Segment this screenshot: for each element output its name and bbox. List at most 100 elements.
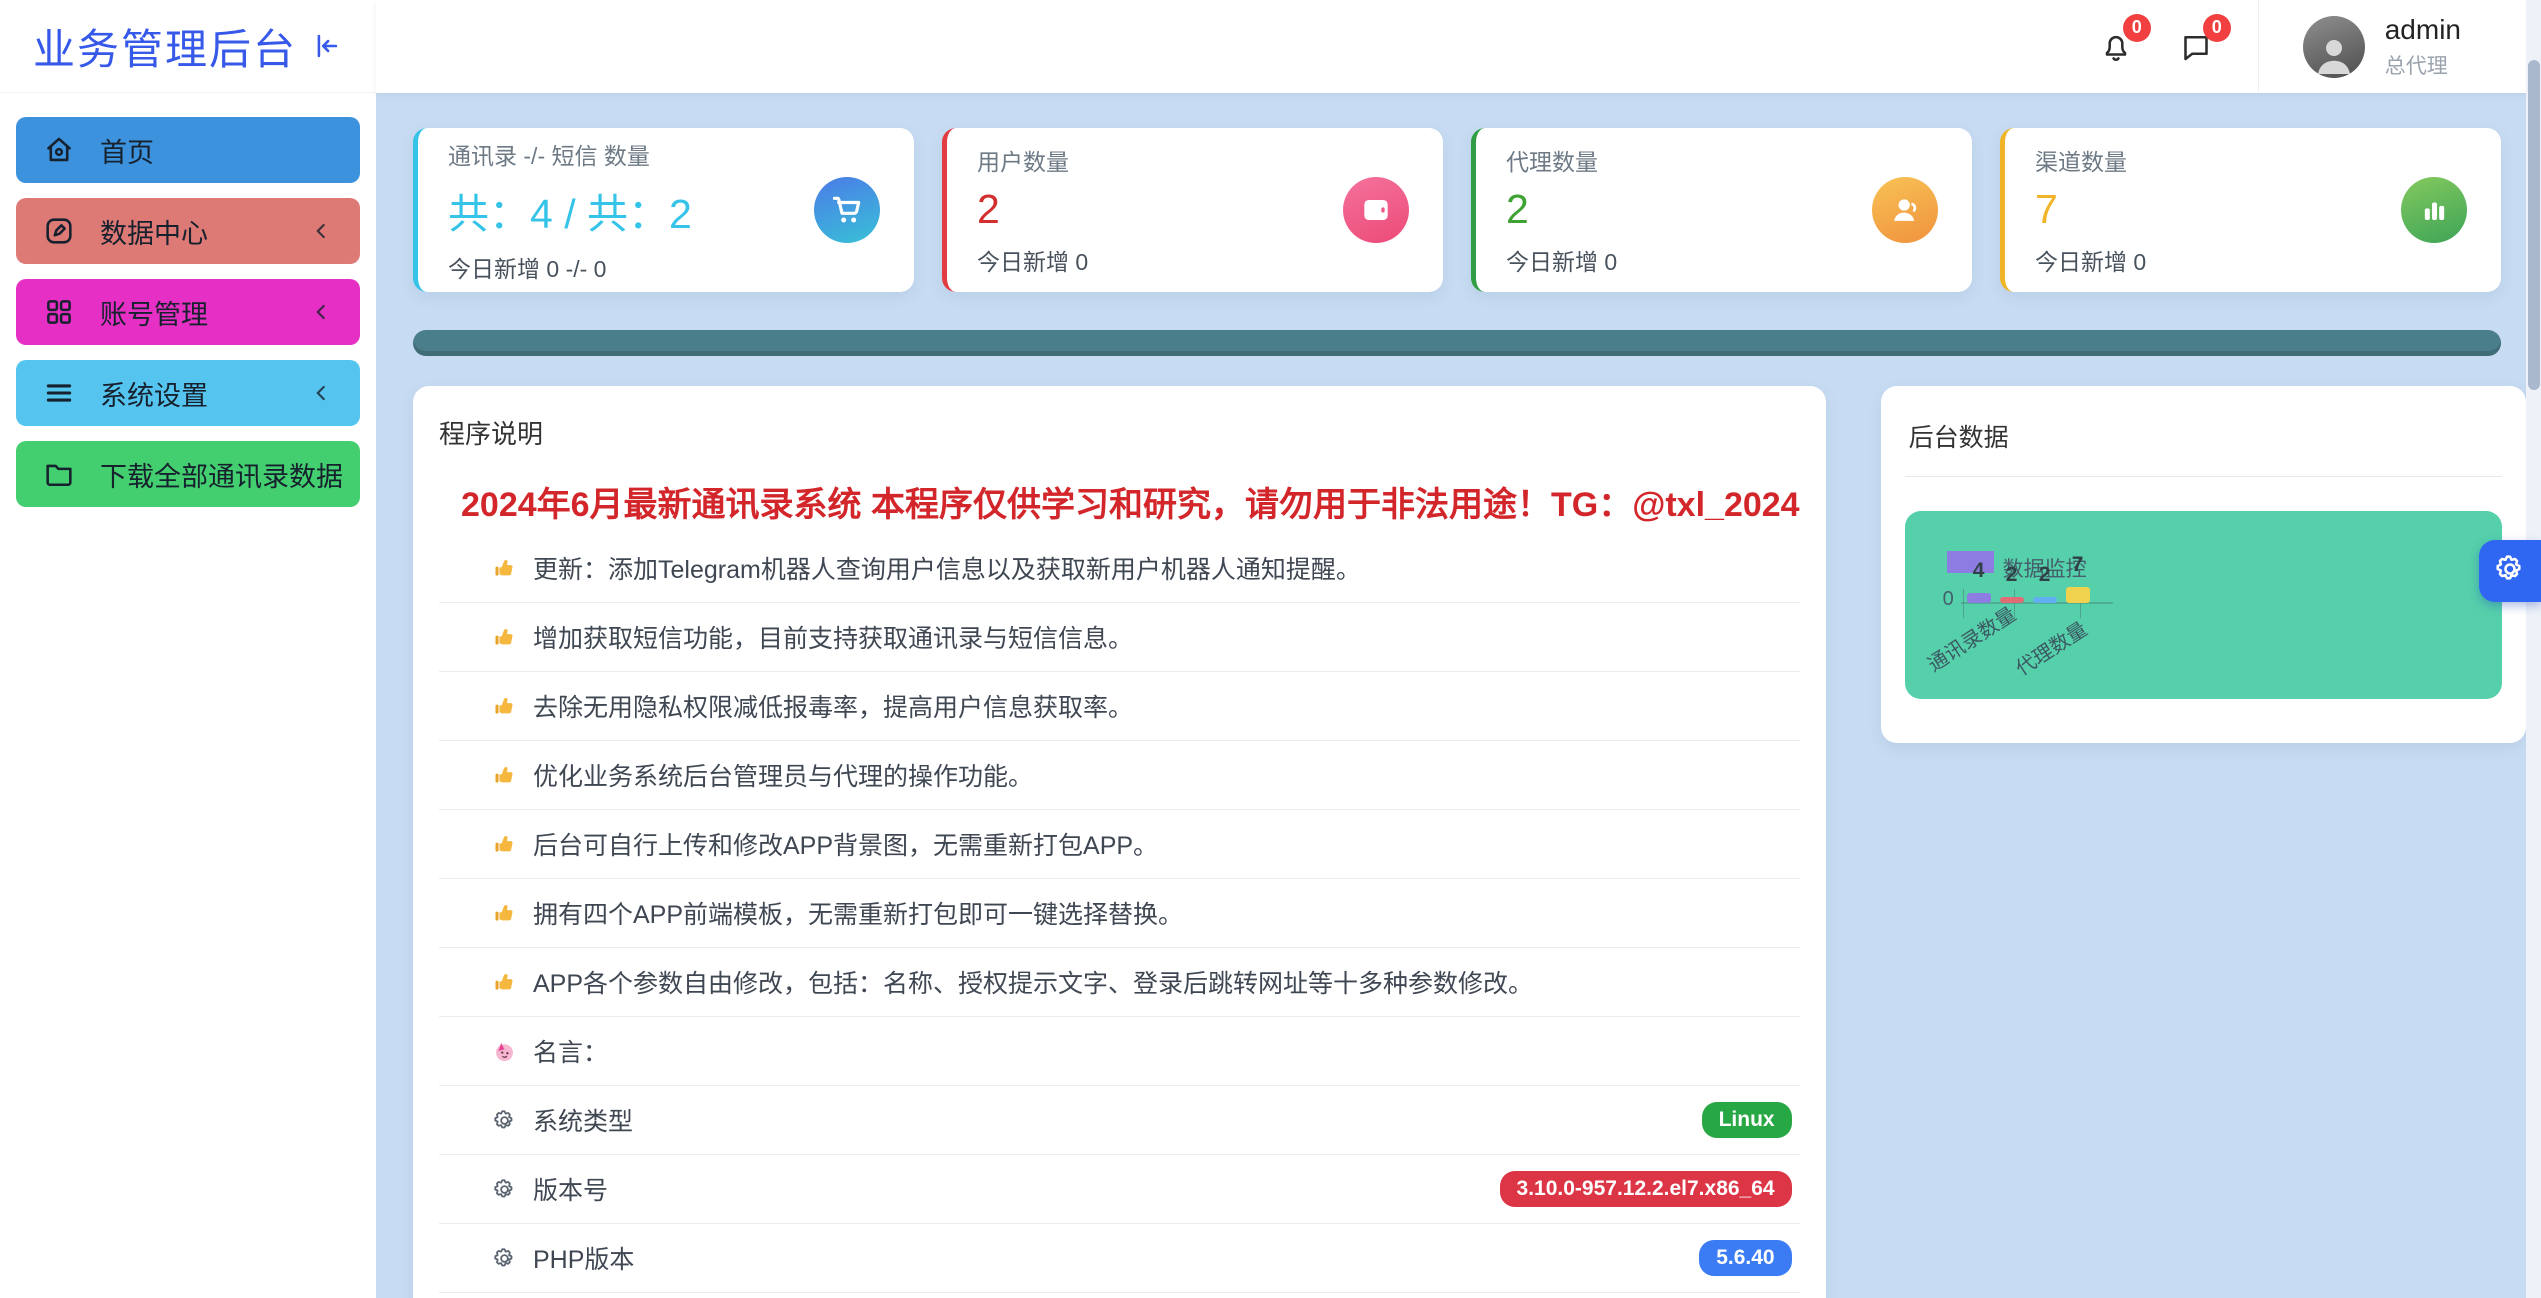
program-info-title: 程序说明 <box>439 414 1800 451</box>
page-content: 通讯录 -/- 短信 数量 共：4 / 共：2 今日新增 0 -/- 0 用户数… <box>376 93 2541 1298</box>
notification-badge: 0 <box>2123 14 2151 42</box>
thumbs-up-icon <box>491 762 518 789</box>
chevron-left-icon <box>308 218 334 244</box>
thumbs-up-icon <box>491 555 518 582</box>
chart-bar-用户数量 <box>2000 597 2024 603</box>
user-name: admin <box>2385 14 2461 46</box>
thumbs-up-icon <box>491 969 518 996</box>
notifications-button[interactable]: 0 <box>2098 29 2134 65</box>
stat-card-0: 通讯录 -/- 短信 数量 共：4 / 共：2 今日新增 0 -/- 0 <box>413 128 914 292</box>
sidebar-item-label: 账号管理 <box>100 293 208 332</box>
chart-bar-value: 7 <box>2065 553 2091 577</box>
stat-info: 通讯录 -/- 短信 数量 共：4 / 共：2 今日新增 0 -/- 0 <box>448 137 692 284</box>
update-text: 优化业务系统后台管理员与代理的操作功能。 <box>533 757 1033 793</box>
system-info-badge: 5.6.40 <box>1699 1240 1791 1276</box>
stat-card-3: 渠道数量 7 今日新增 0 <box>2000 128 2501 292</box>
stat-info: 代理数量 2 今日新增 0 <box>1506 143 1617 277</box>
stat-cards: 通讯录 -/- 短信 数量 共：4 / 共：2 今日新增 0 -/- 0 用户数… <box>413 128 2501 292</box>
update-text: 增加获取短信功能，目前支持获取通讯录与短信信息。 <box>533 619 1133 655</box>
stat-title: 用户数量 <box>977 143 1088 177</box>
sidebar-item-label: 系统设置 <box>100 374 208 413</box>
menu-icon <box>42 376 76 410</box>
grid-icon <box>42 295 76 329</box>
scrollbar-thumb[interactable] <box>2528 60 2540 390</box>
sidebar-item-2[interactable]: 账号管理 <box>16 279 360 345</box>
bell-icon <box>2098 52 2134 69</box>
chart-bar-value: 2 <box>1999 563 2025 587</box>
content-columns: 程序说明 2024年6月最新通讯录系统 本程序仅供学习和研究，请勿用于非法用途！… <box>413 386 2501 1298</box>
main-area: 0 0 admin 总代理 通讯录 -/- 短信 数量 共：4 / 共：2 今日… <box>376 0 2541 1298</box>
stat-value: 2 <box>1506 186 1617 233</box>
chart-bar-value: 2 <box>2032 563 2058 587</box>
backend-data-title: 后台数据 <box>1905 414 2502 477</box>
stat-title: 代理数量 <box>1506 143 1617 177</box>
chart-tick <box>1963 589 1964 618</box>
thumbs-up-icon <box>491 624 518 651</box>
system-info-row: 版本号 3.10.0-957.12.2.el7.x86_64 <box>439 1155 1800 1224</box>
update-row: 更新：添加Telegram机器人查询用户信息以及获取新用户机器人通知提醒。 <box>439 534 1800 603</box>
user-icon <box>1872 177 1938 243</box>
stat-title: 渠道数量 <box>2035 143 2146 177</box>
update-row: 去除无用隐私权限减低报毒率，提高用户信息获取率。 <box>439 672 1800 741</box>
folder-icon <box>42 457 76 491</box>
progress-bar <box>413 330 2501 356</box>
update-text: 后台可自行上传和修改APP背景图，无需重新打包APP。 <box>533 826 1158 862</box>
update-row: APP各个参数自由修改，包括：名称、授权提示文字、登录后跳转网址等十多种参数修改… <box>439 948 1800 1017</box>
chart-y-origin-label: 0 <box>1943 588 1954 611</box>
system-info-label: 系统类型 <box>533 1102 633 1138</box>
edit-icon <box>42 214 76 248</box>
user-info: admin 总代理 <box>2385 14 2461 80</box>
backend-data-card: 后台数据 数据监控 0 通讯录数量 代理数量 4227 <box>1881 386 2526 743</box>
gear-icon <box>491 1245 518 1272</box>
sidebar-item-3[interactable]: 系统设置 <box>16 360 360 426</box>
stat-info: 渠道数量 7 今日新增 0 <box>2035 143 2146 277</box>
chevron-left-icon <box>308 299 334 325</box>
system-info-label: 版本号 <box>533 1171 608 1207</box>
stat-value: 7 <box>2035 186 2146 233</box>
sidebar-item-4[interactable]: 下载全部通讯录数据 <box>16 441 360 507</box>
thumbs-up-icon <box>491 693 518 720</box>
update-row: 增加获取短信功能，目前支持获取通讯录与短信信息。 <box>439 603 1800 672</box>
chevron-left-icon <box>308 380 334 406</box>
system-info-badge: 3.10.0-957.12.2.el7.x86_64 <box>1500 1171 1792 1207</box>
stat-subtext: 今日新增 0 <box>977 243 1088 277</box>
update-text: APP各个参数自由修改，包括：名称、授权提示文字、登录后跳转网址等十多种参数修改… <box>533 964 1533 1000</box>
system-info-label: PHP版本 <box>533 1240 634 1276</box>
party-icon <box>491 1038 518 1065</box>
system-info-row: 系统类型Linux <box>439 1086 1800 1155</box>
stat-subtext: 今日新增 0 <box>1506 243 1617 277</box>
user-menu[interactable]: admin 总代理 <box>2303 14 2461 80</box>
sidebar-item-label: 下载全部通讯录数据 <box>100 455 343 494</box>
home-icon <box>42 133 76 167</box>
stat-info: 用户数量 2 今日新增 0 <box>977 143 1088 277</box>
update-text: 拥有四个APP前端模板，无需重新打包即可一键选择替换。 <box>533 895 1183 931</box>
stat-card-2: 代理数量 2 今日新增 0 <box>1471 128 1972 292</box>
sidebar-collapse-icon[interactable] <box>309 29 343 63</box>
top-header: 0 0 admin 总代理 <box>376 0 2541 93</box>
chart-bar-value: 4 <box>1966 559 1992 583</box>
chart-x-label: 代理数量 <box>2009 613 2092 681</box>
wallet-icon <box>1343 177 1409 243</box>
stat-value: 2 <box>977 186 1088 233</box>
cart-icon <box>814 177 880 243</box>
gear-icon <box>491 1107 518 1134</box>
update-text: 名言： <box>533 1033 608 1069</box>
update-text: 去除无用隐私权限减低报毒率，提高用户信息获取率。 <box>533 688 1133 724</box>
scrollbar-track[interactable] <box>2526 0 2541 1298</box>
chart-x-label: 通讯录数量 <box>1921 599 2021 678</box>
mini-bar-chart: 数据监控 0 通讯录数量 代理数量 4227 <box>1905 511 2502 699</box>
sidebar-item-0[interactable]: 首页 <box>16 117 360 183</box>
system-info-row: 服务器IP4343.golgol.eu.org <box>439 1293 1800 1298</box>
sidebar-item-1[interactable]: 数据中心 <box>16 198 360 264</box>
stat-title: 通讯录 -/- 短信 数量 <box>448 137 692 171</box>
warning-text: 2024年6月最新通讯录系统 本程序仅供学习和研究，请勿用于非法用途！TG：@t… <box>461 477 1800 526</box>
update-list: 更新：添加Telegram机器人查询用户信息以及获取新用户机器人通知提醒。增加获… <box>439 534 1800 1086</box>
logo-area: 业务管理后台 <box>0 0 376 93</box>
stat-value: 共：4 / 共：2 <box>448 180 692 240</box>
chart-bar-渠道数量 <box>2066 587 2090 603</box>
chart-tick <box>2014 589 2015 618</box>
gear-icon <box>2492 551 2528 592</box>
messages-button[interactable]: 0 <box>2178 29 2214 65</box>
settings-fab[interactable] <box>2479 540 2541 602</box>
sidebar-item-label: 数据中心 <box>100 212 208 251</box>
